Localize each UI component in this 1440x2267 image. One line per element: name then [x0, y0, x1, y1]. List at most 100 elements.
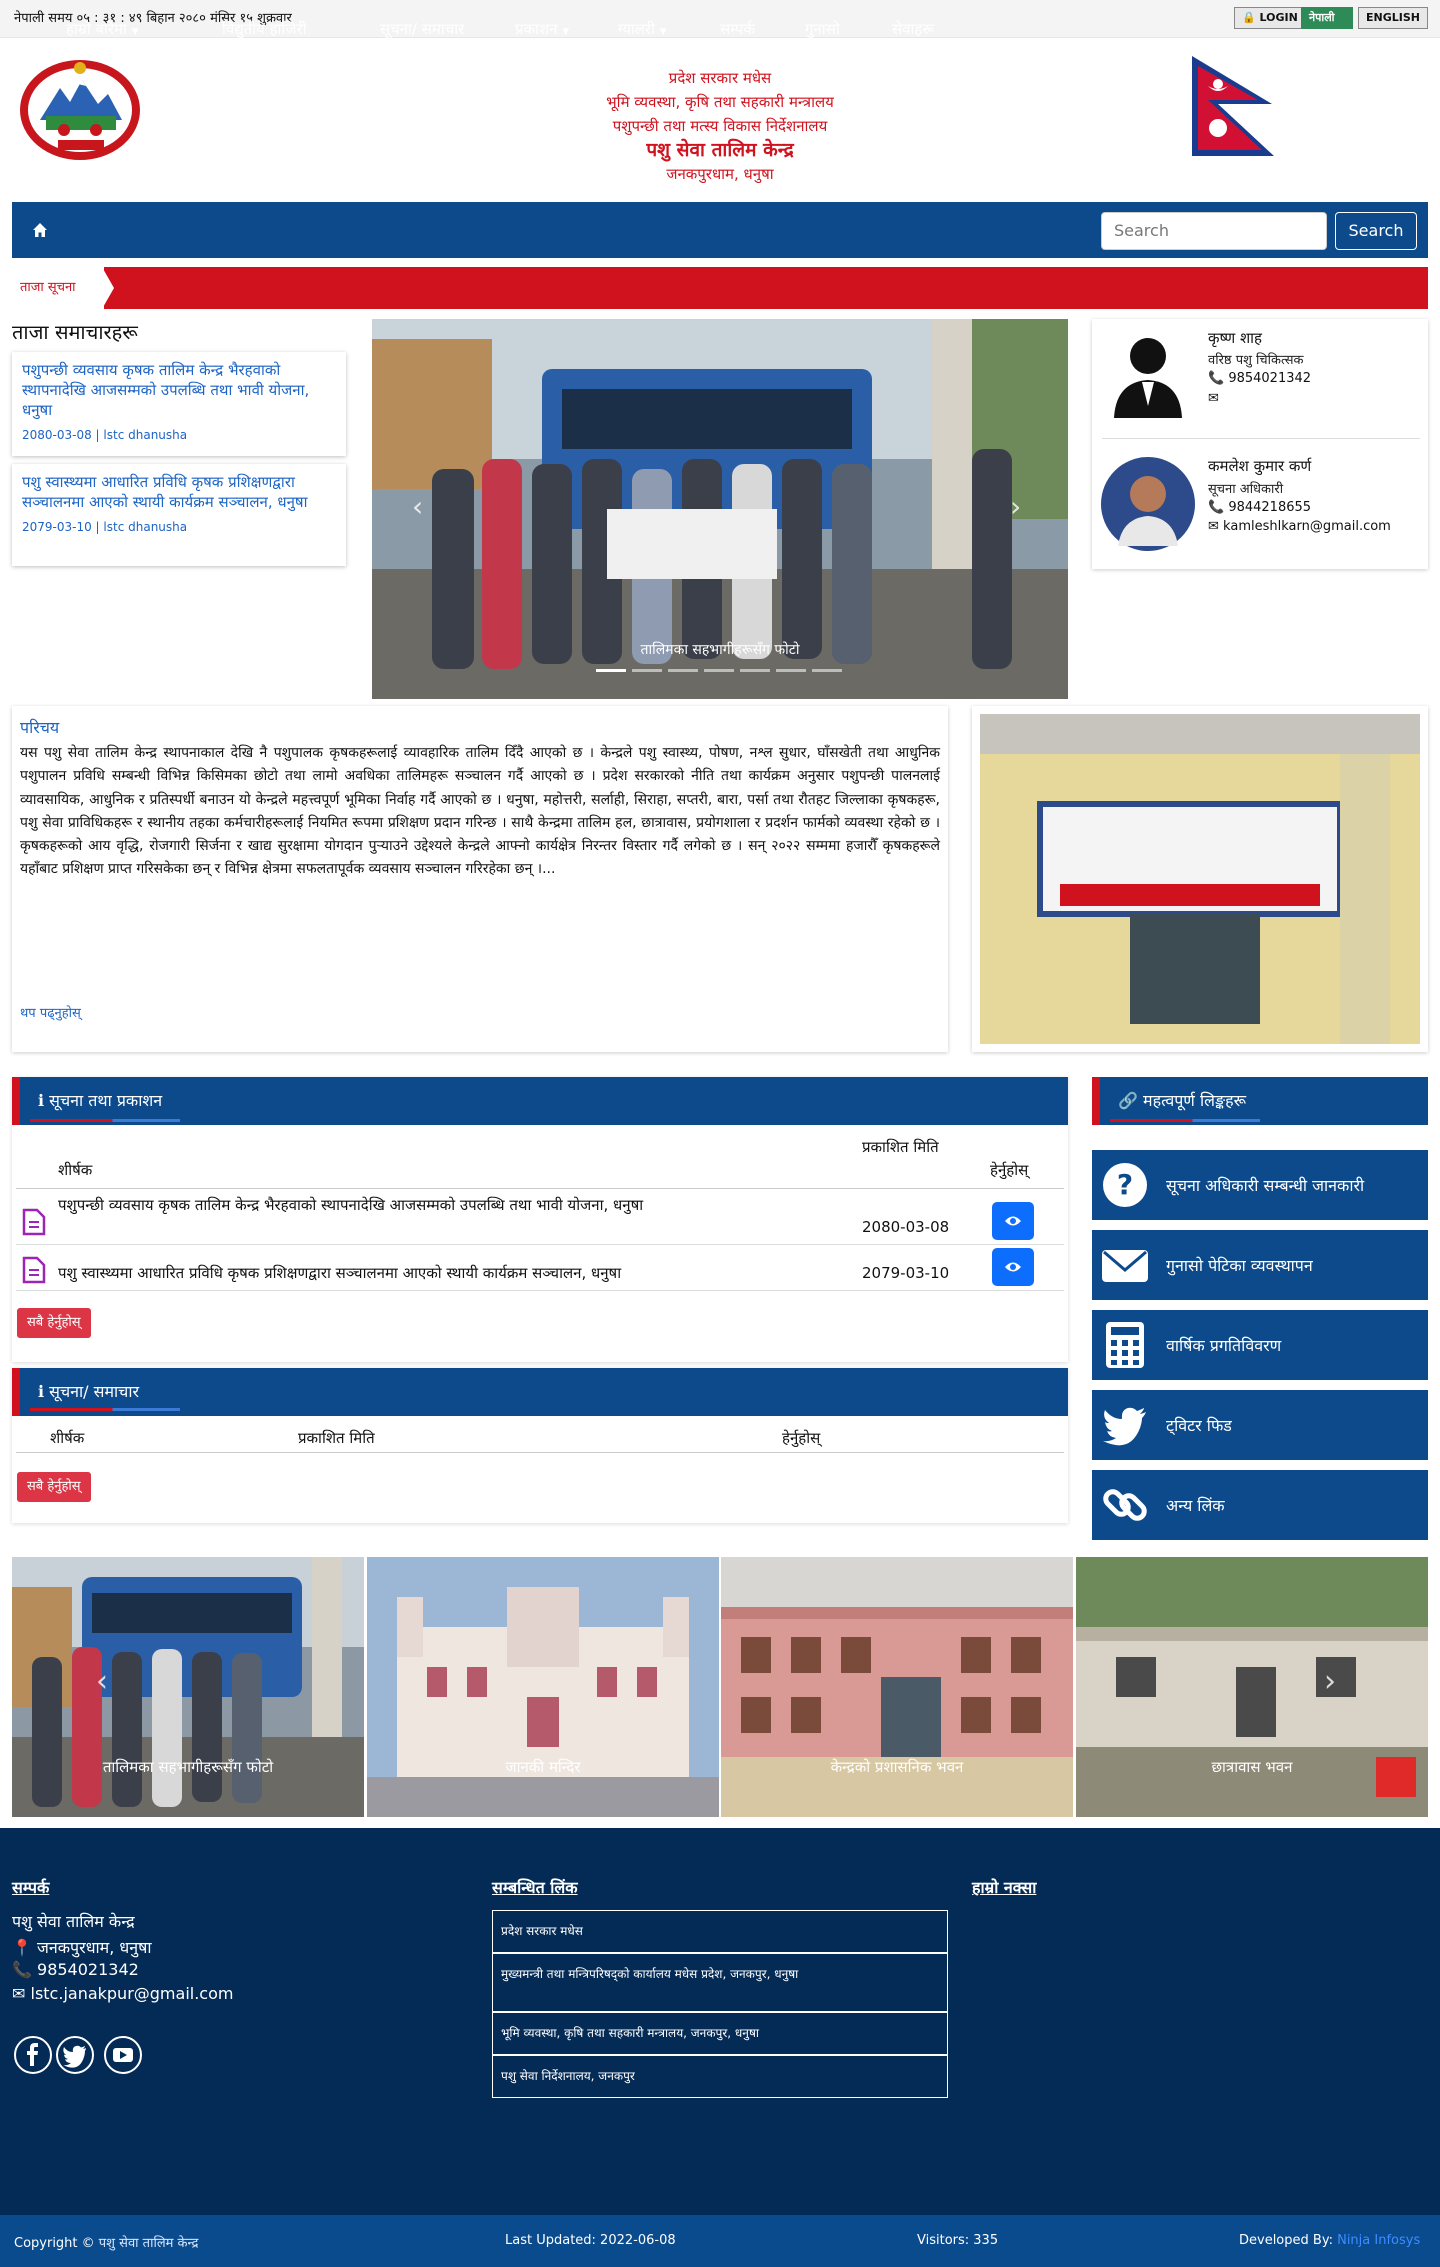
carousel-indicator[interactable] — [596, 669, 626, 672]
footer-related-link[interactable]: भूमि व्यवस्था, कृषि तथा सहकारी मन्त्रालय… — [492, 2012, 948, 2055]
gallery-photo[interactable] — [1076, 1557, 1428, 1817]
nav-publications[interactable]: प्रकाशन ▼ — [515, 19, 569, 39]
copyright-text: Copyright © पशु सेवा तालिम केन्द्र — [14, 2233, 198, 2251]
developer-credit: Developed By: Ninja Infosys — [1239, 2233, 1420, 2248]
column-header-date: प्रकाशित मिति — [298, 1429, 375, 1447]
gallery-next-icon[interactable]: › — [1324, 1664, 1336, 1699]
visitor-count: Visitors: 335 — [917, 2233, 999, 2248]
nav-publications-label: प्रकाशन — [515, 20, 558, 38]
login-button[interactable]: 🔒 LOGIN — [1234, 7, 1306, 29]
table-divider — [16, 1290, 1064, 1291]
officials-divider — [1102, 438, 1420, 439]
carousel-indicator[interactable] — [776, 669, 806, 672]
nepali-language-button[interactable]: नेपाली — [1301, 7, 1353, 29]
carousel-next-icon[interactable]: › — [1010, 490, 1021, 523]
eye-icon — [1005, 1216, 1021, 1226]
ticker-arrow — [102, 267, 114, 309]
gallery-caption: केन्द्रको प्रशासनिक भवन — [830, 1758, 964, 1776]
news-title[interactable]: पशुपन्छी व्यवसाय कृषक तालिम केन्द्र भैरह… — [22, 360, 336, 420]
news-title[interactable]: पशु स्वास्थ्यमा आधारित प्रविधि कृषक प्रश… — [22, 472, 336, 512]
caret-down-icon: ▼ — [562, 27, 570, 37]
official-name: कमलेश कुमार कर्ण — [1208, 457, 1312, 475]
chain-link-icon — [1103, 1489, 1147, 1521]
twitter-icon[interactable] — [56, 2036, 94, 2074]
gallery-caption: जानकी मन्दिर — [505, 1758, 581, 1776]
official-phone: 📞 9854021342 — [1208, 371, 1311, 386]
news-card[interactable]: पशु स्वास्थ्यमा आधारित प्रविधि कृषक प्रश… — [12, 464, 346, 566]
carousel-prev-icon[interactable]: ‹ — [412, 490, 423, 523]
official-email: ✉ — [1208, 391, 1219, 406]
news-meta: 2079-03-10 | lstc dhanusha — [22, 520, 188, 534]
nav-grievance[interactable]: गुनासो — [805, 19, 840, 39]
map-marker-icon: 📍 — [12, 1938, 32, 1957]
news-card[interactable]: पशुपन्छी व्यवसाय कृषक तालिम केन्द्र भैरह… — [12, 352, 346, 456]
home-icon[interactable] — [32, 222, 48, 238]
official-phone: 📞 9844218655 — [1208, 500, 1311, 515]
footer-email: ✉ lstc.janakpur@gmail.com — [12, 1984, 233, 2003]
table-divider — [16, 1452, 1064, 1453]
column-header-date: प्रकाशित मिति — [862, 1138, 939, 1156]
nepal-government-emblem-logo — [20, 60, 140, 160]
youtube-icon[interactable] — [104, 2036, 142, 2074]
read-more-link[interactable]: थप पढ्नुहोस् — [20, 1003, 81, 1021]
question-circle-icon: ? — [1103, 1163, 1147, 1207]
official-role: सूचना अधिकारी — [1208, 482, 1284, 497]
column-header-action: हेर्नुहोस् — [782, 1429, 821, 1447]
document-title[interactable]: पशुपन्छी व्यवसाय कृषक तालिम केन्द्र भैरह… — [58, 1194, 838, 1216]
footer-related-link[interactable]: प्रदेश सरकार मधेस — [492, 1910, 948, 1953]
nav-services[interactable]: सेवाहरू — [892, 19, 934, 39]
news-meta: 2080-03-08 | lstc dhanusha — [22, 428, 188, 442]
carousel-indicator[interactable] — [632, 669, 662, 672]
document-title[interactable]: पशु स्वास्थ्यमा आधारित प्रविधि कृषक प्रश… — [58, 1262, 838, 1284]
bottom-bar: Copyright © पशु सेवा तालिम केन्द्र Last … — [0, 2215, 1440, 2267]
facebook-icon[interactable] — [14, 2036, 52, 2074]
official-photo — [1101, 457, 1195, 551]
search-button[interactable]: Search — [1335, 212, 1417, 250]
nav-about[interactable]: हाम्रो बारेमा ▼ — [66, 19, 139, 39]
official-avatar-placeholder — [1102, 326, 1194, 418]
gallery-photo[interactable] — [12, 1557, 364, 1817]
view-all-notices-button[interactable]: सबै हेर्नुहोस् — [17, 1472, 91, 1502]
table-divider — [16, 1188, 1064, 1189]
footer-office-name: पशु सेवा तालिम केन्द्र — [12, 1912, 135, 1931]
header-address: जनकपुरधाम, धनुषा — [666, 165, 774, 183]
envelope-icon — [1102, 1250, 1148, 1282]
gallery-photo[interactable] — [721, 1557, 1073, 1817]
carousel-indicator[interactable] — [668, 669, 698, 672]
nav-notice-news[interactable]: सूचना/ समाचार — [380, 19, 464, 39]
gallery-photo[interactable] — [367, 1557, 719, 1817]
footer-related-link[interactable]: पशु सेवा निर्देशनालय, जनकपुर — [492, 2055, 948, 2098]
link-grievance-box[interactable]: गुनासो पेटिका व्यवस्थापन — [1092, 1230, 1428, 1300]
introduction-text: यस पशु सेवा तालिम केन्द्र स्थापनाकाल देख… — [20, 745, 940, 878]
search-input[interactable]: Search — [1101, 212, 1327, 250]
link-annual-progress[interactable]: वार्षिक प्रगतिविवरण — [1092, 1310, 1428, 1380]
nepal-flag-icon — [1192, 56, 1274, 156]
link-other-links[interactable]: अन्य लिंक — [1092, 1470, 1428, 1540]
carousel-indicator[interactable] — [812, 669, 842, 672]
nav-gallery[interactable]: ग्यालरी ▼ — [618, 19, 667, 39]
footer-map-heading: हाम्रो नक्सा — [972, 1878, 1037, 1897]
link-label: वार्षिक प्रगतिविवरण — [1166, 1336, 1282, 1355]
column-header-action: हेर्नुहोस् — [990, 1161, 1029, 1179]
link-twitter-feed[interactable]: ट्विटर फिड — [1092, 1390, 1428, 1460]
footer-related-link[interactable]: मुख्यमन्त्री तथा मन्त्रिपरिषद्को कार्याल… — [492, 1953, 948, 2012]
view-document-button[interactable] — [992, 1248, 1034, 1286]
link-label: सूचना अधिकारी सम्बन्धी जानकारी — [1166, 1176, 1365, 1195]
link-label: ट्विटर फिड — [1166, 1416, 1232, 1435]
developer-prefix: Developed By: — [1239, 2233, 1333, 2248]
english-language-button[interactable]: ENGLISH — [1358, 7, 1428, 29]
phone-icon: 📞 — [12, 1960, 32, 1979]
developer-link[interactable]: Ninja Infosys — [1337, 2233, 1420, 2248]
view-all-documents-button[interactable]: सबै हेर्नुहोस् — [17, 1308, 91, 1338]
carousel-indicator[interactable] — [704, 669, 734, 672]
heading-underline — [30, 1119, 180, 1122]
link-right-to-information[interactable]: ? सूचना अधिकारी सम्बन्धी जानकारी — [1092, 1150, 1428, 1220]
carousel-indicator[interactable] — [740, 669, 770, 672]
view-document-button[interactable] — [992, 1202, 1034, 1240]
important-links-heading-label: महत्वपूर्ण लिङ्कहरू — [1143, 1091, 1247, 1110]
office-header: प्रदेश सरकार मधेस भूमि व्यवस्था, कृषि तथ… — [420, 66, 1020, 186]
documents-heading-label: सूचना तथा प्रकाशन — [49, 1091, 163, 1110]
nav-attendance[interactable]: विद्युतीय हाजिरी — [222, 19, 306, 39]
gallery-prev-icon[interactable]: ‹ — [96, 1664, 108, 1699]
nav-contact[interactable]: सम्पर्क — [720, 19, 755, 39]
